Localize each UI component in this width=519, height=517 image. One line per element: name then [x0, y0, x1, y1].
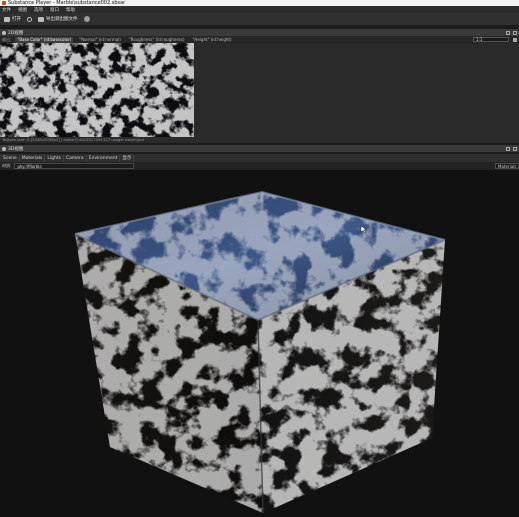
menu-bar: 文件 视图 选项 窗口 帮助	[0, 6, 519, 13]
float-icon[interactable]	[506, 30, 510, 35]
menu-file[interactable]: 文件	[2, 7, 11, 13]
tab-scene[interactable]: Scene	[1, 154, 20, 162]
open-button[interactable]: 打开	[4, 16, 21, 22]
menu-options[interactable]: 选项	[34, 7, 43, 13]
tab-camera[interactable]: Camera	[64, 154, 87, 162]
tab-roughness[interactable]: "Roughness" (id:roughness)	[127, 37, 187, 43]
toolbar: 打开 导出调出图文件	[0, 13, 519, 26]
panel-icon	[2, 30, 6, 35]
menu-window[interactable]: 窗口	[50, 7, 59, 13]
marble-cube-render	[0, 170, 519, 517]
open-label: 打开	[12, 17, 21, 22]
material-label: 材质:	[2, 163, 12, 168]
menu-view[interactable]: 视图	[18, 7, 27, 13]
panel-icon	[2, 146, 6, 151]
tab-materials[interactable]: Materials	[20, 154, 46, 162]
reload-button[interactable]	[27, 16, 32, 22]
export-button[interactable]: 导出调出图文件	[38, 16, 78, 22]
zoom-select[interactable]: 1:1	[473, 37, 509, 42]
material-bar: 材质: pky://Marble Materials	[0, 162, 519, 170]
output-label: 输出:	[2, 36, 12, 42]
view-3d-viewport[interactable]	[0, 170, 519, 517]
panel-2d-title: 2D视图	[8, 30, 24, 36]
close-icon[interactable]	[513, 146, 517, 151]
output-tabs: 输出: "Base Color" (id:basecolor) "Normal"…	[0, 36, 519, 43]
view-3d-tabs: Scene Materials Lights Camera Environmen…	[0, 154, 519, 162]
materials-select[interactable]: Materials	[495, 163, 519, 169]
export-label: 导出调出图文件	[46, 17, 78, 22]
folder-icon	[4, 16, 10, 22]
fit-icon[interactable]	[513, 37, 517, 42]
texture-status: Texture size: 0 [2048x2048x2] | Index:0 …	[0, 137, 519, 143]
app-icon	[2, 1, 6, 5]
panel-2d-header: 2D视图	[0, 29, 519, 36]
float-icon[interactable]	[506, 146, 510, 151]
camera-icon	[38, 16, 44, 22]
menu-help[interactable]: 帮助	[66, 7, 75, 13]
settings-button[interactable]	[83, 16, 90, 22]
panel-3d-header: 3D视图	[0, 145, 519, 152]
basecolor-texture-image	[0, 43, 194, 137]
gear-icon	[83, 16, 90, 22]
tab-normal[interactable]: "Normal" (id:normal)	[77, 37, 123, 43]
tab-display[interactable]: 显示	[120, 154, 135, 162]
tab-basecolor[interactable]: "Base Color" (id:basecolor)	[15, 36, 74, 43]
tab-height[interactable]: "Height" (id:height)	[191, 37, 234, 43]
tab-environment[interactable]: Environment	[87, 154, 121, 162]
tab-lights[interactable]: Lights	[45, 154, 64, 162]
material-select[interactable]: pky://Marble	[14, 163, 135, 169]
view-2d[interactable]	[0, 43, 519, 137]
panel-3d-title: 3D视图	[8, 146, 24, 152]
reload-icon	[27, 16, 32, 22]
close-icon[interactable]	[513, 30, 517, 35]
